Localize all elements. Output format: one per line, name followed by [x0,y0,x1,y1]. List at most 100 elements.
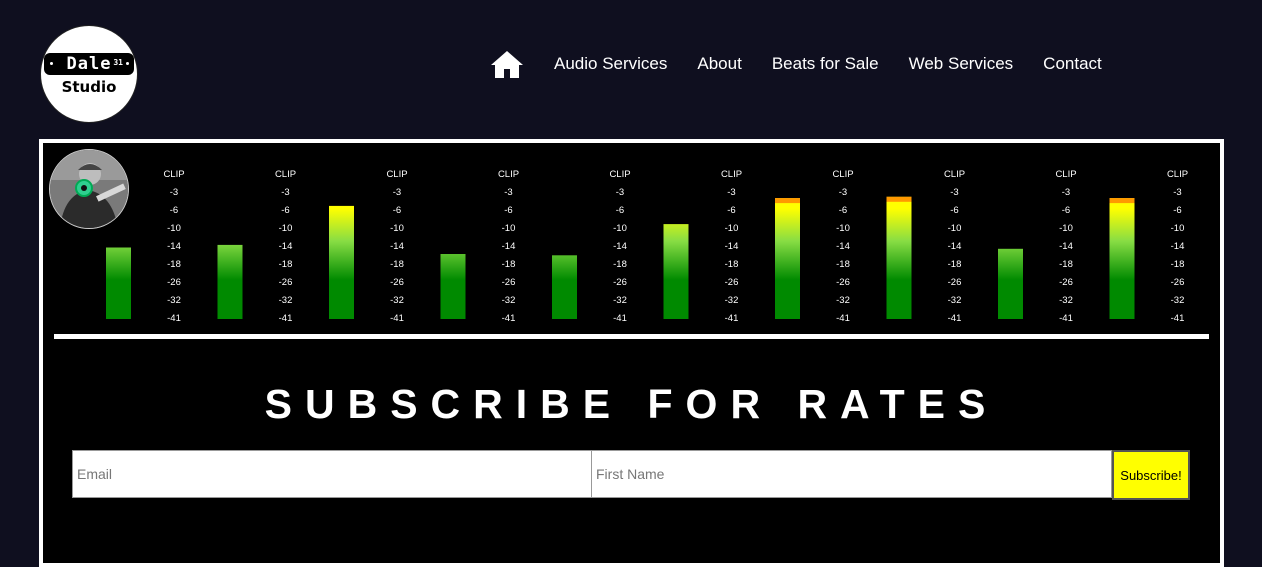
meter-scale-label: -10 [167,223,181,234]
subscribe-form: Subscribe! [72,450,1192,500]
meter-scale-label: -41 [502,313,516,324]
profile-avatar [49,149,129,229]
logo-studio-text: Studio [61,78,117,96]
meter-scale-label: -18 [167,259,181,270]
meter-scale-label: -41 [390,313,404,324]
meter-scale-label: -10 [613,223,627,234]
email-input[interactable] [72,450,592,498]
meter-scale-label: -32 [613,295,627,306]
nav-about[interactable]: About [697,54,741,74]
meter-scale-label: -6 [950,205,958,216]
meter-scale-label: CLIP [944,169,965,180]
meter-scale-label: -18 [948,259,962,270]
meter-scale-label: -6 [616,205,624,216]
logo-dot-right [126,62,129,65]
meter-scale-label: -14 [836,241,850,252]
first-name-input[interactable] [591,450,1112,498]
meter-scale-label: -10 [1171,223,1185,234]
meter-scale-label: -14 [1059,241,1073,252]
meter-scale-label: CLIP [163,169,184,180]
meter-scale-label: -3 [504,187,512,198]
meter-scale-label: -3 [950,187,958,198]
logo-plate: Dale 31 [44,53,134,75]
meter-scale-label: -32 [279,295,293,306]
meter-scale-label: -18 [613,259,627,270]
meter-scale-label: -6 [727,205,735,216]
meter-scale-label: -26 [725,277,739,288]
meter-scale-label: -14 [948,241,962,252]
meter-scale-label: -26 [390,277,404,288]
meter-bar [217,244,243,319]
meter-scale-label: -32 [167,295,181,306]
meter-scale-label: -6 [1173,205,1181,216]
meter-scale-label: -41 [948,313,962,324]
meter-scale-label: -41 [613,313,627,324]
nav-contact[interactable]: Contact [1043,54,1102,74]
meter-scale-label: -32 [1059,295,1073,306]
meter-scale-label: -32 [836,295,850,306]
meter-scale-label: -10 [279,223,293,234]
meter-scale-label: -6 [281,205,289,216]
nav-beats-for-sale[interactable]: Beats for Sale [772,54,879,74]
meter-scale-label: -6 [393,205,401,216]
meter-bar [552,255,577,319]
meter-scale-label: -18 [502,259,516,270]
meter-scale-label: -14 [167,241,181,252]
meter-scale-label: -10 [502,223,516,234]
meter-scale-label: -6 [839,205,847,216]
main-panel: CLIP -3 -6 -10 -14 -18 -26 -32 -41 CLIP -3 -6 -10 -14… [39,139,1224,567]
meter-scale-label: -32 [725,295,739,306]
meter-bar [329,205,354,319]
meter-bar [440,254,466,319]
meter-scale-label: -18 [725,259,739,270]
meter-scale-label: -26 [1171,277,1185,288]
meter-scale-label: CLIP [1055,169,1076,180]
meter-scale-label: CLIP [498,169,519,180]
meter-scale-label: -14 [725,241,739,252]
meter-bar [886,196,912,319]
logo-number: 31 [113,58,123,67]
meter-scale-label: -41 [1059,313,1073,324]
panel-divider [54,334,1209,339]
meter-scale-label: -10 [948,223,962,234]
meter-scale-label: -3 [1062,187,1070,198]
meter-scale-label: -41 [1171,313,1185,324]
meter-bar [1109,198,1135,319]
meter-scale-label: -3 [281,187,289,198]
main-nav: Audio Services About Beats for Sale Web … [490,46,1132,82]
meter-scale-label: -14 [613,241,627,252]
home-icon[interactable] [490,49,524,79]
meter-scale-label: -26 [948,277,962,288]
meter-bar [106,247,131,319]
meter-scale-label: -3 [393,187,401,198]
meter-scale-label: -3 [1173,187,1181,198]
logo-dot-left [50,62,53,65]
subscribe-button[interactable]: Subscribe! [1112,450,1190,500]
meter-scale-label: -26 [502,277,516,288]
meter-scale-label: CLIP [721,169,742,180]
meter-scale-label: -32 [948,295,962,306]
meter-bar-peak [886,196,912,202]
meter-scale-label: -14 [1171,241,1185,252]
meter-scale-label: CLIP [386,169,407,180]
meter-scale-label: -32 [390,295,404,306]
nav-audio-services[interactable]: Audio Services [554,54,667,74]
meter-bar [663,224,689,319]
subscribe-title: SUBSCRIBE FOR RATES [264,381,999,427]
meter-scale-label: -26 [279,277,293,288]
meter-bar [998,248,1023,319]
meter-bar [775,198,800,319]
meter-scale-label: -41 [836,313,850,324]
meter-scale-label: -6 [504,205,512,216]
meter-scale-label: -26 [613,277,627,288]
level-meter: CLIP -3 -6 -10 -14 -18 -26 -32 -41 CLIP -3 -6 -10 -14… [106,169,1188,324]
meter-scale-label: -18 [1059,259,1073,270]
meter-scale-label: -10 [836,223,850,234]
meter-scale-label: -14 [502,241,516,252]
meter-scale-label: -10 [390,223,404,234]
meter-scale-label: -6 [1062,205,1070,216]
studio-logo[interactable]: Dale 31 Studio [40,25,138,123]
meter-scale-label: -18 [279,259,293,270]
meter-scale-label: -41 [167,313,181,324]
nav-web-services[interactable]: Web Services [909,54,1014,74]
